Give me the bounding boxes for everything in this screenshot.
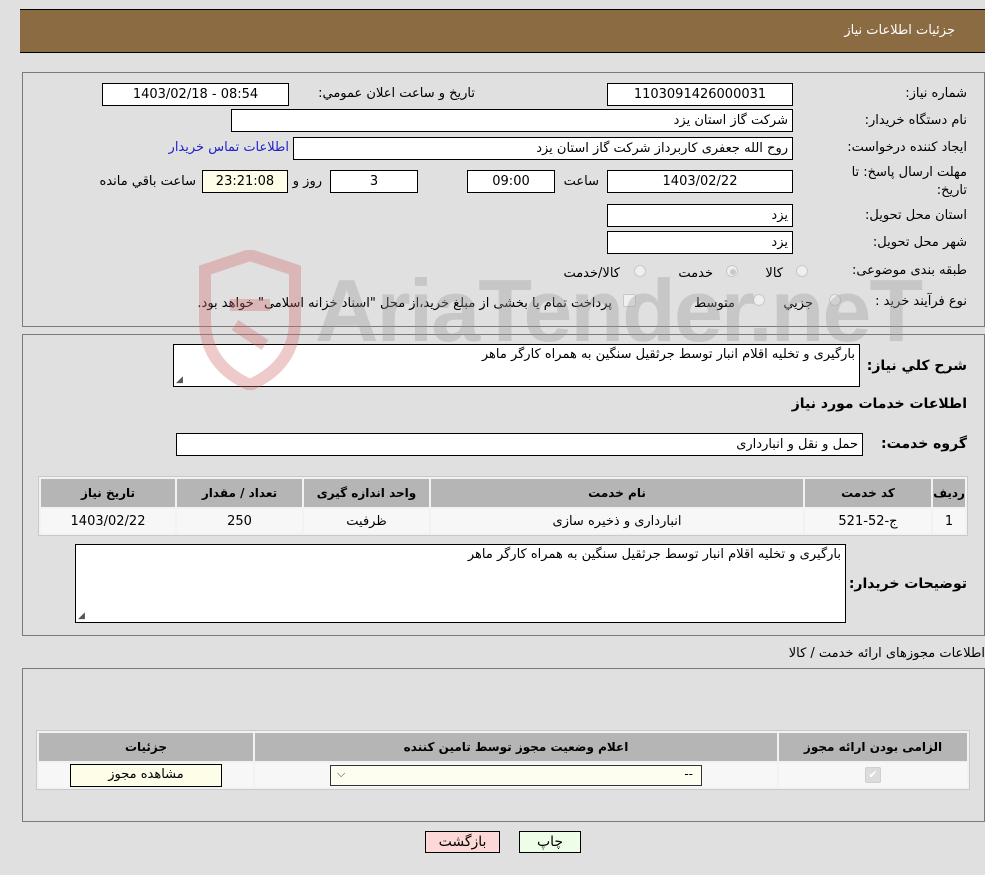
need-number-label: شماره نیاز:	[905, 86, 967, 101]
cell-permit-details: مشاهده مجوز	[39, 763, 253, 787]
cell-need-date: 1403/02/22	[41, 509, 175, 533]
col-row-number: ردیف	[933, 479, 965, 507]
col-permit-status: اعلام وضعیت مجوز توسط تامین کننده	[255, 733, 777, 761]
city-label: شهر محل تحویل:	[872, 235, 967, 250]
need-number-field: 1103091426000031	[607, 83, 793, 106]
province-field: یزد	[607, 204, 793, 227]
service-group-label: گروه خدمت:	[881, 436, 967, 452]
cell-unit: ظرفیت	[304, 509, 429, 533]
city-field: یزد	[607, 231, 793, 254]
description-textarea[interactable]: بارگیری و تخلیه اقلام انبار توسط جرثقیل …	[173, 344, 860, 387]
table-row: ✔ ⌵ -- مشاهده مجوز	[39, 763, 967, 787]
treasury-note: پرداخت تمام یا بخشی از مبلغ خرید،از محل …	[197, 296, 612, 311]
description-label: شرح کلي نیاز:	[866, 358, 967, 374]
service-group-field: حمل و نقل و انبارداری	[176, 433, 863, 456]
page-header: جزئیات اطلاعات نیاز	[20, 9, 985, 53]
cell-quantity: 250	[177, 509, 302, 533]
permits-section-title: اطلاعات مجوزهای ارائه خدمت / کالا	[788, 646, 985, 661]
permits-table-header: الزامی بودن ارائه مجوز اعلام وضعیت مجوز …	[39, 733, 967, 761]
remaining-time-field: 23:21:08	[202, 170, 288, 193]
requester-field: روح الله جعفری کاربرداز شرکت گاز استان ی…	[293, 137, 793, 160]
print-button[interactable]: چاپ	[519, 831, 581, 853]
col-permit-details: جزئیات	[39, 733, 253, 761]
category-option-goods: کالا	[765, 266, 783, 281]
page-title: جزئیات اطلاعات نیاز	[844, 23, 955, 38]
chevron-down-icon: ⌵	[337, 766, 346, 780]
col-quantity: تعداد / مقدار	[177, 479, 302, 507]
category-radio-service[interactable]	[726, 265, 738, 277]
buyer-notes-label: توضیحات خریدار:	[848, 576, 967, 592]
announce-date-field: 1403/02/18 - 08:54	[102, 83, 289, 106]
process-option-minor: جزیي	[783, 296, 813, 311]
permit-required-checkbox: ✔	[865, 767, 881, 783]
col-unit: واحد اندازه گیری	[304, 479, 429, 507]
table-row: 1 ج-52-521 انبارداری و ذخیره سازی ظرفیت …	[41, 509, 965, 533]
cell-permit-status: ⌵ --	[255, 763, 777, 787]
deadline-time-field: 09:00	[467, 170, 555, 193]
province-label: استان محل تحویل:	[865, 208, 967, 223]
treasury-checkbox[interactable]	[623, 294, 636, 307]
cell-service-name: انبارداری و ذخیره سازی	[431, 509, 803, 533]
services-table-header: ردیف کد خدمت نام خدمت واحد اندازه گیری ت…	[41, 479, 965, 507]
resize-handle-icon[interactable]: ◢	[176, 375, 183, 385]
process-radio-medium[interactable]	[753, 294, 765, 306]
permits-table: الزامی بودن ارائه مجوز اعلام وضعیت مجوز …	[36, 730, 970, 790]
cell-permit-required: ✔	[779, 763, 967, 787]
deadline-time-label: ساعت	[563, 174, 599, 189]
services-table: ردیف کد خدمت نام خدمت واحد اندازه گیری ت…	[38, 476, 968, 536]
category-radio-goods[interactable]	[796, 265, 808, 277]
process-option-medium: متوسط	[694, 296, 735, 311]
deadline-label-line2: تاریخ:	[936, 183, 967, 198]
col-permit-required: الزامی بودن ارائه مجوز	[779, 733, 967, 761]
deadline-date-field: 1403/02/22	[607, 170, 793, 193]
services-section-title: اطلاعات خدمات مورد نیاز	[791, 396, 967, 412]
deadline-label: مهلت ارسال پاسخ: تا	[851, 165, 967, 180]
days-label: روز و	[292, 174, 322, 189]
buyer-org-field: شرکت گاز استان یزد	[231, 109, 793, 132]
description-text: بارگیری و تخلیه اقلام انبار توسط جرثقیل …	[481, 347, 855, 362]
process-radio-minor[interactable]	[829, 294, 841, 306]
category-option-goods-service: کالا/خدمت	[563, 266, 620, 281]
cell-service-code: ج-52-521	[805, 509, 931, 533]
requester-label: ایجاد کننده درخواست:	[847, 140, 967, 155]
permit-status-select[interactable]: ⌵ --	[330, 764, 702, 786]
view-permit-button[interactable]: مشاهده مجوز	[70, 763, 222, 787]
remaining-days-field: 3	[330, 170, 418, 193]
buyer-contact-link[interactable]: اطلاعات تماس خریدار	[169, 140, 289, 155]
permits-table-wrapper: الزامی بودن ارائه مجوز اعلام وضعیت مجوز …	[36, 730, 970, 790]
category-option-service: خدمت	[678, 266, 713, 281]
services-table-wrapper: ردیف کد خدمت نام خدمت واحد اندازه گیری ت…	[38, 476, 968, 536]
buyer-notes-textarea[interactable]: بارگیری و تخلیه اقلام انبار توسط جرثقیل …	[75, 544, 846, 623]
back-button[interactable]: بازگشت	[425, 831, 500, 853]
category-label: طبقه بندی موضوعی:	[851, 263, 967, 278]
process-label: نوع فرآیند خرید :	[875, 294, 967, 309]
buyer-org-label: نام دستگاه خریدار:	[864, 113, 967, 128]
announce-date-label: تاریخ و ساعت اعلان عمومي:	[318, 86, 475, 101]
cell-row-number: 1	[933, 509, 965, 533]
resize-handle-icon[interactable]: ◢	[78, 611, 85, 621]
buyer-notes-text: بارگیری و تخلیه اقلام انبار توسط جرثقیل …	[467, 547, 841, 562]
permit-status-value: --	[684, 766, 693, 781]
col-service-code: کد خدمت	[805, 479, 931, 507]
category-radio-goods-service[interactable]	[634, 265, 646, 277]
col-service-name: نام خدمت	[431, 479, 803, 507]
col-need-date: تاریخ نیاز	[41, 479, 175, 507]
remaining-label: ساعت باقي مانده	[99, 174, 196, 189]
